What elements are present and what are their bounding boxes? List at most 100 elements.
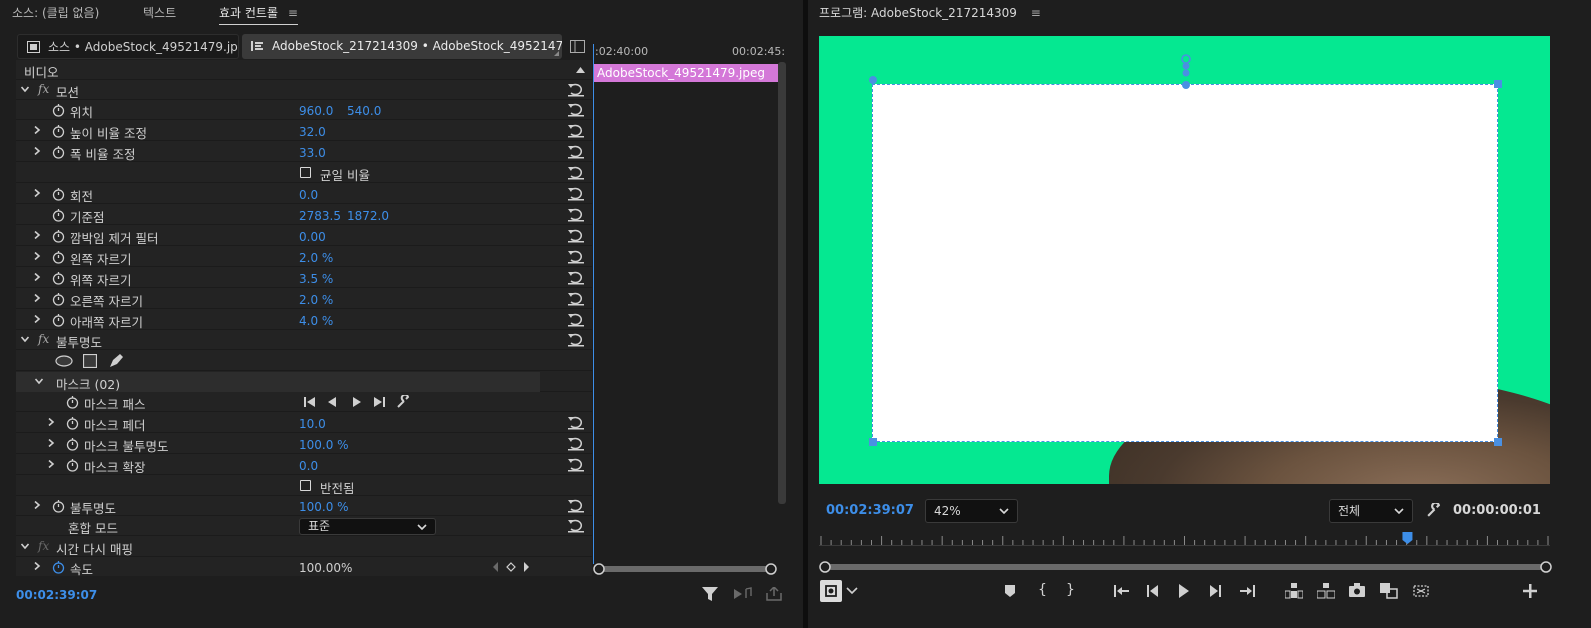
go-to-out-icon[interactable] — [1239, 585, 1255, 597]
stopwatch-icon[interactable] — [52, 187, 65, 201]
chevron-down-icon[interactable] — [846, 586, 858, 596]
reset-icon[interactable] — [568, 83, 584, 97]
play-audio-icon[interactable] — [734, 587, 752, 601]
chevron-down-icon[interactable] — [35, 377, 43, 385]
fx-icon[interactable]: fx — [38, 82, 49, 96]
add-marker-icon[interactable] — [1004, 584, 1016, 598]
prop-position-y[interactable]: 540.0 — [347, 104, 381, 118]
stopwatch-icon[interactable] — [52, 560, 65, 574]
vr-video-icon[interactable] — [1413, 583, 1429, 599]
stopwatch-icon[interactable] — [52, 313, 65, 327]
stopwatch-icon[interactable] — [66, 458, 79, 472]
fx-icon[interactable]: fx — [38, 332, 49, 346]
prop-mask-opacity-value[interactable]: 100.0 % — [299, 438, 349, 452]
reset-icon[interactable] — [568, 103, 584, 117]
export-icon[interactable] — [766, 587, 782, 601]
reset-icon[interactable] — [568, 124, 584, 138]
reset-icon[interactable] — [568, 437, 584, 451]
rectangle-mask-icon[interactable] — [83, 354, 97, 368]
reset-icon[interactable] — [568, 229, 584, 243]
stopwatch-icon[interactable] — [52, 229, 65, 243]
collapse-up-icon[interactable] — [576, 67, 585, 73]
go-to-in-icon[interactable] — [1114, 585, 1130, 597]
tab-effect-controls[interactable]: 효과 컨트롤 ≡ — [219, 4, 298, 25]
tab-text[interactable]: 텍스트 — [143, 4, 176, 21]
mark-in-icon[interactable]: { — [1038, 582, 1060, 604]
prop-rotation-value[interactable]: 0.0 — [299, 188, 318, 202]
reset-icon[interactable] — [568, 187, 584, 201]
blend-mode-dropdown[interactable]: 표준 — [299, 518, 436, 535]
chevron-right-icon[interactable] — [33, 562, 41, 570]
stopwatch-icon[interactable] — [52, 124, 65, 138]
stopwatch-icon[interactable] — [52, 499, 65, 513]
timeline-zoom-scrollbar[interactable] — [593, 562, 778, 576]
transform-handle[interactable] — [869, 76, 877, 84]
camera-icon[interactable] — [1349, 583, 1365, 598]
chevron-right-icon[interactable] — [33, 252, 41, 260]
rotation-handle-icon[interactable] — [1178, 54, 1194, 90]
prop-speed-value[interactable]: 100.00% — [299, 561, 352, 575]
resolution-dropdown[interactable]: 전체 — [1329, 499, 1413, 523]
prop-anchor-x[interactable]: 2783.5 — [299, 209, 341, 223]
reset-icon[interactable] — [568, 458, 584, 472]
extract-icon[interactable] — [1317, 583, 1335, 599]
track-next-frame-icon[interactable] — [352, 397, 362, 407]
track-prev-frame-icon[interactable] — [327, 397, 337, 407]
chevron-right-icon[interactable] — [33, 126, 41, 134]
prop-crop-left-value[interactable]: 2.0 % — [299, 251, 333, 265]
reset-icon[interactable] — [568, 519, 584, 533]
wrench-icon[interactable] — [1426, 503, 1441, 518]
chevron-right-icon[interactable] — [33, 294, 41, 302]
uniform-scale-checkbox[interactable] — [300, 167, 311, 178]
stopwatch-icon[interactable] — [66, 416, 79, 430]
prop-crop-top-value[interactable]: 3.5 % — [299, 272, 333, 286]
inverted-checkbox[interactable] — [300, 480, 311, 491]
left-panel-timecode[interactable]: 00:02:39:07 — [16, 588, 97, 602]
track-forward-icon[interactable] — [373, 397, 385, 407]
reset-icon[interactable] — [568, 166, 584, 180]
prop-anchor-y[interactable]: 1872.0 — [347, 209, 389, 223]
play-icon[interactable] — [1178, 584, 1190, 598]
reset-icon[interactable] — [568, 271, 584, 285]
prop-crop-bottom-value[interactable]: 4.0 % — [299, 314, 333, 328]
prop-antiflicker-value[interactable]: 0.00 — [299, 230, 326, 244]
prop-opacity-value[interactable]: 100.0 % — [299, 500, 349, 514]
track-backward-icon[interactable] — [304, 397, 316, 407]
stopwatch-icon[interactable] — [52, 250, 65, 264]
stopwatch-icon[interactable] — [52, 292, 65, 306]
effect-motion[interactable]: fx 모션 — [16, 80, 592, 100]
panel-menu-icon[interactable]: ≡ — [288, 6, 298, 20]
prop-position-x[interactable]: 960.0 — [299, 104, 333, 118]
add-button-icon[interactable] — [1523, 584, 1537, 598]
effect-opacity[interactable]: fx 불투명도 — [16, 330, 592, 350]
stopwatch-icon[interactable] — [52, 271, 65, 285]
chevron-right-icon[interactable] — [33, 273, 41, 281]
clip-tab-sequence[interactable]: AdobeStock_217214309 • AdobeStock_495214… — [242, 34, 562, 59]
lift-icon[interactable] — [1285, 583, 1303, 599]
program-video-frame[interactable] — [819, 36, 1550, 484]
masked-white-rectangle[interactable] — [872, 84, 1498, 442]
step-back-icon[interactable] — [1147, 585, 1159, 597]
reset-icon[interactable] — [568, 313, 584, 327]
pen-mask-icon[interactable] — [109, 353, 124, 368]
transform-handle[interactable] — [1494, 438, 1502, 446]
stopwatch-icon[interactable] — [52, 145, 65, 159]
comparison-view-icon[interactable] — [1380, 583, 1398, 599]
vertical-scrollbar[interactable] — [778, 62, 786, 504]
chevron-right-icon[interactable] — [33, 189, 41, 197]
mask-02-header[interactable]: 마스크 (02) — [16, 372, 592, 392]
chevron-down-icon[interactable] — [21, 542, 29, 550]
reset-icon[interactable] — [568, 208, 584, 222]
prop-mask-feather-value[interactable]: 10.0 — [299, 417, 326, 431]
filter-icon[interactable] — [702, 586, 718, 602]
timeline-clip[interactable]: AdobeStock_49521479.jpeg — [593, 64, 778, 82]
reset-icon[interactable] — [568, 499, 584, 513]
panel-menu-icon[interactable]: ≡ — [1031, 6, 1041, 20]
chevron-right-icon[interactable] — [33, 315, 41, 323]
reset-icon[interactable] — [568, 145, 584, 159]
stopwatch-icon[interactable] — [52, 103, 65, 117]
timeline-ruler[interactable]: :02:40:00 00:02:45: — [593, 44, 785, 60]
transform-handle[interactable] — [1494, 80, 1502, 88]
program-zoom-scrollbar[interactable] — [819, 560, 1552, 574]
chevron-down-icon[interactable] — [21, 85, 29, 93]
